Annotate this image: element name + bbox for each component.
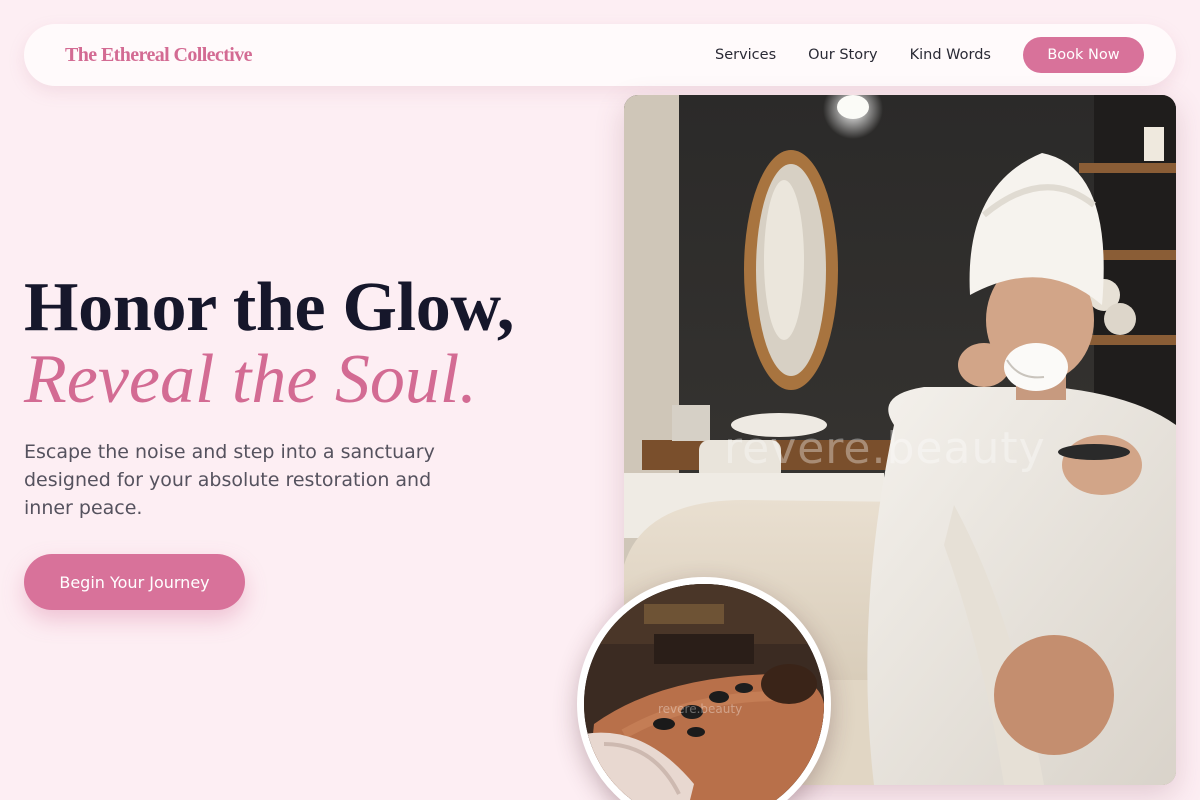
hero-headline-line-1: Honor the Glow, (24, 269, 515, 346)
nav-link-kind-words[interactable]: Kind Words (910, 47, 991, 63)
book-now-button[interactable]: Book Now (1023, 37, 1144, 73)
photo-watermark: revere.beauty (724, 423, 1046, 474)
landing-page: The Ethereal Collective Services Our Sto… (0, 0, 1200, 800)
nav-link-services[interactable]: Services (715, 47, 776, 63)
begin-journey-button[interactable]: Begin Your Journey (24, 554, 245, 610)
hero-subtext: Escape the noise and step into a sanctua… (24, 441, 435, 519)
brand-logo[interactable]: The Ethereal Collective (65, 44, 253, 67)
top-navigation: The Ethereal Collective Services Our Sto… (24, 24, 1176, 86)
hot-stone-illustration (584, 584, 824, 800)
inset-watermark: revere.beauty (658, 702, 743, 716)
nav-link-our-story[interactable]: Our Story (808, 47, 877, 63)
hero-headline-line-2: Reveal the Soul. (24, 341, 477, 418)
nav-links: Services Our Story Kind Words Book Now (715, 37, 1144, 73)
